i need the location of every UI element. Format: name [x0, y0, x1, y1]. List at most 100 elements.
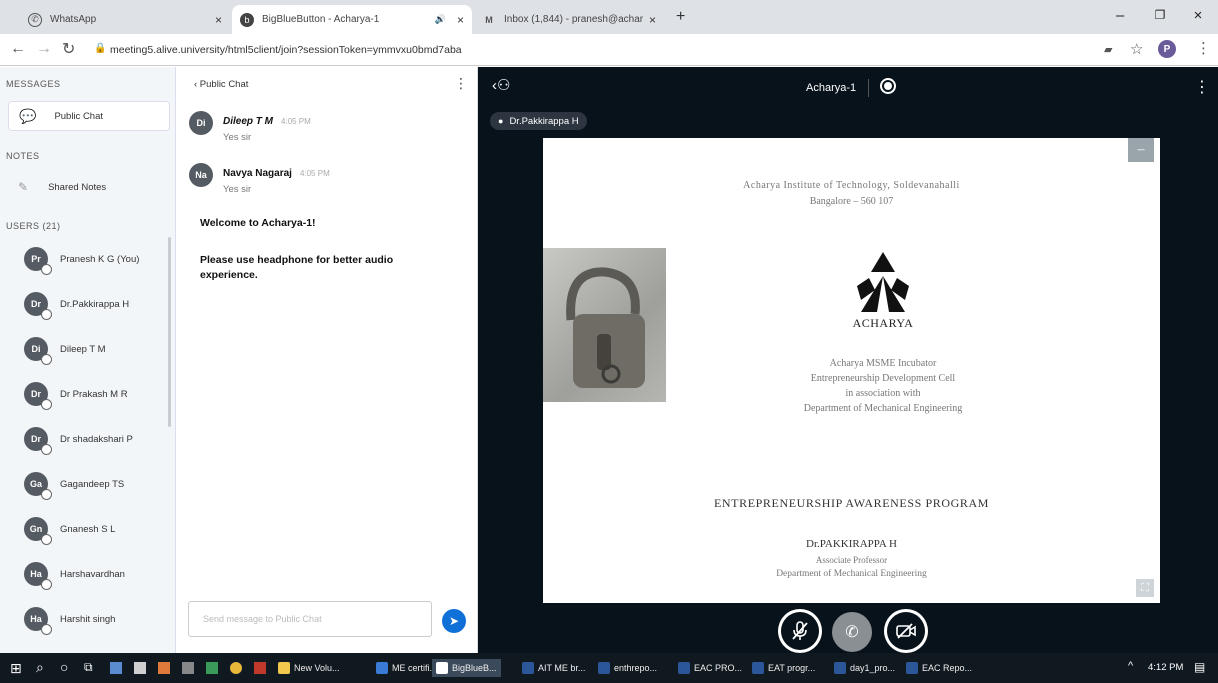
user-list-item[interactable]: Ga Gagandeep TS — [0, 462, 170, 506]
minimize-button[interactable]: – — [1100, 0, 1140, 30]
microphone-status-icon — [41, 309, 52, 320]
minimize-presentation-button[interactable]: – — [1128, 138, 1154, 162]
taskbar-app-item[interactable]: BigBlueB... — [432, 659, 501, 677]
public-chat-button[interactable]: 💬 Public Chat — [8, 101, 170, 131]
app-icon — [906, 662, 918, 674]
user-list-item[interactable]: Ha Harshit singh — [0, 597, 170, 641]
chat-back-button[interactable]: ‹ Public Chat — [194, 79, 248, 90]
meeting-options-icon[interactable]: ⋮ — [1194, 77, 1210, 97]
windows-taskbar: ⊞ ⌕ ○ ⧉ New Volu... ME certifi... BigBlueB… — [0, 653, 1218, 683]
taskbar-app-item[interactable]: day1_pro... — [834, 659, 895, 677]
avatar-initials: Dr — [30, 434, 41, 444]
close-window-button[interactable]: × — [1178, 0, 1218, 30]
reload-icon[interactable]: ↻ — [62, 39, 75, 59]
lock-icon[interactable]: 🔒 — [94, 43, 106, 54]
chrome-icon[interactable] — [230, 662, 242, 674]
profile-avatar[interactable]: P — [1158, 40, 1176, 58]
address-bar-row: ← → ↻ 🔒 meeting5.alive.university/html5c… — [0, 34, 1218, 66]
avatar: Pr — [24, 247, 52, 275]
microphone-status-icon — [41, 534, 52, 545]
user-list-item[interactable]: Di Dileep T M — [0, 327, 170, 371]
close-tab-icon[interactable]: × — [457, 13, 464, 27]
slide-program-title: ENTREPRENEURSHIP AWARENESS PROGRAM — [713, 496, 990, 510]
taskbar-app-item[interactable]: New Volu... — [278, 659, 340, 677]
search-icon[interactable]: ⌕ — [36, 659, 44, 676]
chat-message-input[interactable]: Send message to Public Chat — [188, 601, 432, 637]
cortana-icon[interactable]: ○ — [60, 659, 68, 675]
chat-options-icon[interactable]: ⋮ — [454, 75, 468, 92]
welcome-message: Welcome to Acharya-1! — [200, 217, 316, 229]
taskbar-app-item[interactable]: AIT ME br... — [522, 659, 585, 677]
taskbar-app-item[interactable]: EAT progr... — [752, 659, 815, 677]
close-tab-icon[interactable]: × — [649, 13, 656, 27]
microphone-status-icon — [41, 444, 52, 455]
windows-start-icon[interactable]: ⊞ — [10, 660, 22, 677]
avatar-initials: Ha — [30, 569, 42, 579]
forward-icon[interactable]: → — [36, 40, 52, 58]
bookmark-star-icon[interactable]: ☆ — [1130, 40, 1143, 58]
app-icon[interactable] — [182, 662, 194, 674]
microphone-status-icon — [41, 489, 52, 500]
paint-icon[interactable] — [158, 662, 170, 674]
user-list-item[interactable]: Pr Pranesh K G (You) — [0, 237, 170, 281]
shared-notes-button[interactable]: ✎ Shared Notes — [18, 175, 106, 199]
camera-indicator-icon[interactable]: ▰ — [1104, 43, 1112, 56]
user-list-item[interactable]: Dr Dr Prakash M R — [0, 372, 170, 416]
new-tab-button[interactable]: + — [676, 8, 685, 26]
chat-message: Di Dileep T M 4:05 PM Yes sir — [189, 111, 311, 143]
mute-button[interactable] — [778, 609, 822, 653]
user-name: Pranesh K G (You) — [60, 253, 140, 265]
taskbar-app-item[interactable]: ME certifi... — [376, 659, 437, 677]
taskbar-app-item[interactable]: enthrepo... — [598, 659, 657, 677]
file-explorer-icon[interactable] — [110, 662, 122, 674]
user-list-item[interactable]: Gn Gnanesh S L — [0, 507, 170, 551]
taskbar-app-label: EAT progr... — [768, 663, 816, 673]
padlock-icon — [566, 267, 645, 388]
notes-icon: ✎ — [18, 180, 29, 194]
fullscreen-icon[interactable]: ⛶ — [1136, 579, 1154, 597]
browser-menu-icon[interactable]: ⋮ — [1196, 39, 1211, 57]
user-name: Dr shadakshari P — [60, 433, 133, 445]
user-list-item[interactable]: Dr Dr shadakshari P — [0, 417, 170, 461]
back-icon[interactable]: ← — [10, 40, 26, 58]
avatar: Ga — [24, 472, 52, 500]
user-list-item[interactable]: Dr Dr.Pakkirappa H — [0, 282, 170, 326]
maximize-button[interactable]: ❐ — [1140, 0, 1180, 30]
message-time: 4:05 PM — [281, 117, 311, 126]
avatar-initials: Dr — [30, 299, 41, 309]
user-list-sidebar: MESSAGES 💬 Public Chat NOTES ✎ Shared No… — [0, 67, 176, 653]
avatar-initials: Di — [31, 344, 41, 354]
share-webcam-button[interactable] — [884, 609, 928, 653]
tab-whatsapp[interactable]: ✆ WhatsApp × — [20, 5, 230, 34]
presenter-badge: ● Dr.Pakkirappa H — [490, 112, 587, 130]
send-message-button[interactable]: ➤ — [442, 609, 466, 633]
user-name: Dr.Pakkirappa H — [60, 298, 130, 310]
app-icon — [522, 662, 534, 674]
leave-audio-button[interactable]: ✆ — [832, 612, 872, 652]
slide-logo-text: ACHARYA — [852, 316, 914, 330]
close-tab-icon[interactable]: × — [215, 13, 222, 27]
pdf-icon[interactable] — [254, 662, 266, 674]
url-field[interactable]: meeting5.alive.university/html5client/jo… — [110, 44, 462, 56]
store-icon[interactable] — [134, 662, 146, 674]
slide-incubator-line: Acharya MSME Incubator — [829, 358, 937, 369]
bbb-icon: b — [240, 12, 254, 27]
tab-bigbluebutton[interactable]: b BigBlueButton - Acharya-1 🔊 × — [232, 5, 472, 34]
user-list-item[interactable]: Ha Harshavardhan — [0, 552, 170, 596]
taskbar-clock[interactable]: 4:12 PM — [1148, 662, 1183, 673]
messages-header: MESSAGES — [6, 79, 61, 89]
notification-icon[interactable]: ▤ — [1194, 660, 1205, 674]
taskbar-app-item[interactable]: EAC PRO... — [678, 659, 742, 677]
recording-indicator-icon[interactable] — [880, 78, 896, 94]
taskbar-app-item[interactable]: EAC Repo... — [906, 659, 972, 677]
app-icon — [834, 662, 846, 674]
app-icon[interactable] — [206, 662, 218, 674]
task-view-icon[interactable]: ⧉ — [84, 660, 93, 675]
gmail-icon: M — [485, 14, 493, 25]
microphone-status-icon — [41, 354, 52, 365]
user-name: Dr Prakash M R — [60, 388, 128, 400]
system-tray-chevron-icon[interactable]: ^ — [1128, 660, 1133, 672]
toggle-userlist-icon[interactable]: ‹⚇ — [492, 76, 510, 94]
tab-gmail[interactable]: M Inbox (1,844) - pranesh@achar × — [474, 5, 664, 34]
slide-speaker-name: Dr.PAKKIRAPPA H — [806, 538, 897, 550]
